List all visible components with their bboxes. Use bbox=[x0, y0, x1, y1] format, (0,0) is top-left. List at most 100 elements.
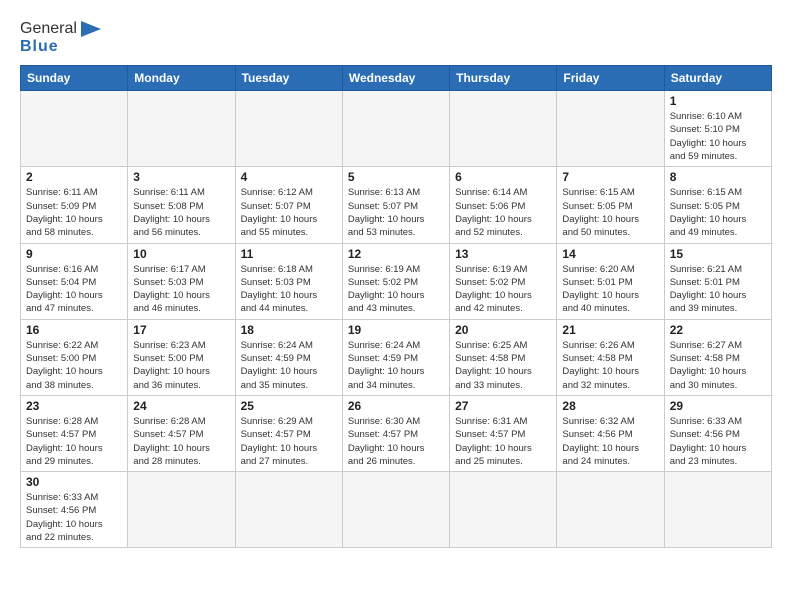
day-number: 6 bbox=[455, 170, 551, 184]
day-info: Sunrise: 6:26 AM Sunset: 4:58 PM Dayligh… bbox=[562, 339, 658, 392]
day-number: 15 bbox=[670, 247, 766, 261]
day-info: Sunrise: 6:24 AM Sunset: 4:59 PM Dayligh… bbox=[241, 339, 337, 392]
calendar-week-row: 16Sunrise: 6:22 AM Sunset: 5:00 PM Dayli… bbox=[21, 319, 772, 395]
day-number: 29 bbox=[670, 399, 766, 413]
calendar-header-row: SundayMondayTuesdayWednesdayThursdayFrid… bbox=[21, 66, 772, 91]
day-number: 19 bbox=[348, 323, 444, 337]
calendar-day-cell bbox=[557, 472, 664, 548]
day-info: Sunrise: 6:18 AM Sunset: 5:03 PM Dayligh… bbox=[241, 263, 337, 316]
day-info: Sunrise: 6:11 AM Sunset: 5:08 PM Dayligh… bbox=[133, 186, 229, 239]
day-number: 25 bbox=[241, 399, 337, 413]
day-info: Sunrise: 6:14 AM Sunset: 5:06 PM Dayligh… bbox=[455, 186, 551, 239]
calendar-day-cell: 21 Sunrise: 6:26 AM Sunset: 4:58 PM Dayli… bbox=[557, 319, 664, 395]
day-info: Sunrise: 6:21 AM Sunset: 5:01 PM Dayligh… bbox=[670, 263, 766, 316]
day-info: Sunrise: 6:33 AM Sunset: 4:56 PM Dayligh… bbox=[26, 491, 122, 544]
calendar-day-cell: 12Sunrise: 6:19 AM Sunset: 5:02 PM Dayli… bbox=[342, 243, 449, 319]
col-header-tuesday: Tuesday bbox=[235, 66, 342, 91]
day-number: 11 bbox=[241, 247, 337, 261]
calendar-day-cell: 25 Sunrise: 6:29 AM Sunset: 4:57 PM Dayli… bbox=[235, 395, 342, 471]
calendar-day-cell: 7Sunrise: 6:15 AM Sunset: 5:05 PM Daylig… bbox=[557, 167, 664, 243]
day-info: Sunrise: 6:23 AM Sunset: 5:00 PM Dayligh… bbox=[133, 339, 229, 392]
calendar-day-cell bbox=[128, 91, 235, 167]
day-info: Sunrise: 6:28 AM Sunset: 4:57 PM Dayligh… bbox=[26, 415, 122, 468]
calendar-day-cell: 8 Sunrise: 6:15 AM Sunset: 5:05 PM Daylig… bbox=[664, 167, 771, 243]
logo-blue-text: Blue bbox=[20, 38, 101, 56]
page-header: General Blue bbox=[20, 20, 772, 55]
calendar-week-row: 1Sunrise: 6:10 AM Sunset: 5:10 PM Daylig… bbox=[21, 91, 772, 167]
day-info: Sunrise: 6:16 AM Sunset: 5:04 PM Dayligh… bbox=[26, 263, 122, 316]
col-header-wednesday: Wednesday bbox=[342, 66, 449, 91]
calendar-day-cell: 29Sunrise: 6:33 AM Sunset: 4:56 PM Dayli… bbox=[664, 395, 771, 471]
day-number: 9 bbox=[26, 247, 122, 261]
calendar-day-cell bbox=[557, 91, 664, 167]
col-header-saturday: Saturday bbox=[664, 66, 771, 91]
calendar-day-cell: 14 Sunrise: 6:20 AM Sunset: 5:01 PM Dayli… bbox=[557, 243, 664, 319]
calendar-day-cell: 6 Sunrise: 6:14 AM Sunset: 5:06 PM Daylig… bbox=[450, 167, 557, 243]
day-info: Sunrise: 6:22 AM Sunset: 5:00 PM Dayligh… bbox=[26, 339, 122, 392]
day-number: 17 bbox=[133, 323, 229, 337]
day-number: 22 bbox=[670, 323, 766, 337]
calendar-day-cell bbox=[342, 91, 449, 167]
logo-container: General Blue bbox=[20, 20, 101, 55]
calendar-day-cell: 28 Sunrise: 6:32 AM Sunset: 4:56 PM Dayli… bbox=[557, 395, 664, 471]
calendar-day-cell bbox=[21, 91, 128, 167]
day-info: Sunrise: 6:13 AM Sunset: 5:07 PM Dayligh… bbox=[348, 186, 444, 239]
calendar-day-cell bbox=[235, 472, 342, 548]
day-info: Sunrise: 6:32 AM Sunset: 4:56 PM Dayligh… bbox=[562, 415, 658, 468]
col-header-friday: Friday bbox=[557, 66, 664, 91]
day-info: Sunrise: 6:29 AM Sunset: 4:57 PM Dayligh… bbox=[241, 415, 337, 468]
calendar-week-row: 9 Sunrise: 6:16 AM Sunset: 5:04 PM Daylig… bbox=[21, 243, 772, 319]
day-number: 1 bbox=[670, 94, 766, 108]
calendar-day-cell bbox=[235, 91, 342, 167]
day-info: Sunrise: 6:27 AM Sunset: 4:58 PM Dayligh… bbox=[670, 339, 766, 392]
col-header-sunday: Sunday bbox=[21, 66, 128, 91]
day-number: 5 bbox=[348, 170, 444, 184]
day-info: Sunrise: 6:20 AM Sunset: 5:01 PM Dayligh… bbox=[562, 263, 658, 316]
logo-flag-icon bbox=[81, 21, 101, 37]
day-number: 30 bbox=[26, 475, 122, 489]
calendar-day-cell: 1Sunrise: 6:10 AM Sunset: 5:10 PM Daylig… bbox=[664, 91, 771, 167]
calendar-day-cell: 15 Sunrise: 6:21 AM Sunset: 5:01 PM Dayli… bbox=[664, 243, 771, 319]
calendar-day-cell: 4Sunrise: 6:12 AM Sunset: 5:07 PM Daylig… bbox=[235, 167, 342, 243]
calendar-day-cell: 9 Sunrise: 6:16 AM Sunset: 5:04 PM Daylig… bbox=[21, 243, 128, 319]
calendar-day-cell: 2Sunrise: 6:11 AM Sunset: 5:09 PM Daylig… bbox=[21, 167, 128, 243]
day-number: 14 bbox=[562, 247, 658, 261]
calendar-day-cell: 13 Sunrise: 6:19 AM Sunset: 5:02 PM Dayli… bbox=[450, 243, 557, 319]
day-number: 21 bbox=[562, 323, 658, 337]
calendar-table: SundayMondayTuesdayWednesdayThursdayFrid… bbox=[20, 65, 772, 548]
calendar-day-cell: 27 Sunrise: 6:31 AM Sunset: 4:57 PM Dayli… bbox=[450, 395, 557, 471]
day-number: 3 bbox=[133, 170, 229, 184]
calendar-day-cell: 17 Sunrise: 6:23 AM Sunset: 5:00 PM Dayli… bbox=[128, 319, 235, 395]
calendar-day-cell bbox=[128, 472, 235, 548]
calendar-day-cell: 18Sunrise: 6:24 AM Sunset: 4:59 PM Dayli… bbox=[235, 319, 342, 395]
calendar-day-cell bbox=[664, 472, 771, 548]
day-info: Sunrise: 6:12 AM Sunset: 5:07 PM Dayligh… bbox=[241, 186, 337, 239]
day-info: Sunrise: 6:31 AM Sunset: 4:57 PM Dayligh… bbox=[455, 415, 551, 468]
day-info: Sunrise: 6:17 AM Sunset: 5:03 PM Dayligh… bbox=[133, 263, 229, 316]
day-number: 13 bbox=[455, 247, 551, 261]
calendar-day-cell: 30 Sunrise: 6:33 AM Sunset: 4:56 PM Dayli… bbox=[21, 472, 128, 548]
day-number: 28 bbox=[562, 399, 658, 413]
day-info: Sunrise: 6:28 AM Sunset: 4:57 PM Dayligh… bbox=[133, 415, 229, 468]
day-info: Sunrise: 6:24 AM Sunset: 4:59 PM Dayligh… bbox=[348, 339, 444, 392]
calendar-day-cell: 23Sunrise: 6:28 AM Sunset: 4:57 PM Dayli… bbox=[21, 395, 128, 471]
calendar-day-cell: 11 Sunrise: 6:18 AM Sunset: 5:03 PM Dayli… bbox=[235, 243, 342, 319]
calendar-day-cell: 20 Sunrise: 6:25 AM Sunset: 4:58 PM Dayli… bbox=[450, 319, 557, 395]
calendar-day-cell: 5 Sunrise: 6:13 AM Sunset: 5:07 PM Daylig… bbox=[342, 167, 449, 243]
day-info: Sunrise: 6:19 AM Sunset: 5:02 PM Dayligh… bbox=[455, 263, 551, 316]
day-number: 10 bbox=[133, 247, 229, 261]
calendar-week-row: 30 Sunrise: 6:33 AM Sunset: 4:56 PM Dayli… bbox=[21, 472, 772, 548]
day-info: Sunrise: 6:15 AM Sunset: 5:05 PM Dayligh… bbox=[670, 186, 766, 239]
day-info: Sunrise: 6:25 AM Sunset: 4:58 PM Dayligh… bbox=[455, 339, 551, 392]
day-info: Sunrise: 6:15 AM Sunset: 5:05 PM Dayligh… bbox=[562, 186, 658, 239]
day-number: 27 bbox=[455, 399, 551, 413]
day-number: 8 bbox=[670, 170, 766, 184]
calendar-day-cell bbox=[450, 91, 557, 167]
col-header-monday: Monday bbox=[128, 66, 235, 91]
calendar-day-cell: 26Sunrise: 6:30 AM Sunset: 4:57 PM Dayli… bbox=[342, 395, 449, 471]
calendar-week-row: 2Sunrise: 6:11 AM Sunset: 5:09 PM Daylig… bbox=[21, 167, 772, 243]
day-info: Sunrise: 6:11 AM Sunset: 5:09 PM Dayligh… bbox=[26, 186, 122, 239]
day-info: Sunrise: 6:19 AM Sunset: 5:02 PM Dayligh… bbox=[348, 263, 444, 316]
day-number: 20 bbox=[455, 323, 551, 337]
logo-text: General bbox=[20, 20, 77, 38]
